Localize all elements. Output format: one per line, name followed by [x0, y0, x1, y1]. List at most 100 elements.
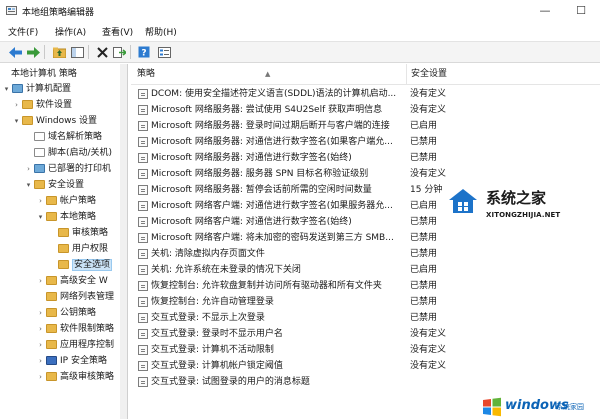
maximize-button[interactable]: ☐	[566, 0, 596, 22]
folder-icon	[46, 212, 57, 221]
policy-item-icon	[138, 121, 148, 131]
list-item[interactable]: 关机: 允许系统在未登录的情况下关闭 已启用	[131, 262, 600, 278]
policy-name: Microsoft 网络服务器: 尝试使用 S4U2Self 获取声明信息	[151, 105, 383, 115]
tree-item-software-settings[interactable]: › 软件设置	[12, 98, 72, 112]
tree-item-user-rights[interactable]: 用户权限	[48, 242, 108, 256]
policy-list[interactable]: 策略 ▲ 安全设置 DCOM: 使用安全描述符定义语言(SDDL)语法的计算机启…	[131, 64, 600, 419]
expander-icon[interactable]: ›	[36, 354, 45, 368]
list-item[interactable]: Microsoft 网络服务器: 对通信进行数字签名(始终) 已禁用	[131, 150, 600, 166]
tree-item-label: 计算机配置	[26, 84, 72, 94]
help-icon[interactable]: ?	[137, 45, 151, 59]
expander-icon[interactable]: ▾	[12, 114, 21, 128]
console-tree[interactable]: 本地计算机 策略 ▾ 计算机配置 › 软件设置 ▾ Windows 设置 域名解析策略…	[0, 64, 128, 419]
tree-item-software-restriction[interactable]: › 软件限制策略	[36, 322, 114, 336]
tree-item-label: IP 安全策略	[60, 356, 107, 366]
security-setting-value: 已禁用	[410, 297, 438, 307]
tree-item-scripts[interactable]: 脚本(启动/关机)	[24, 146, 112, 160]
expander-icon[interactable]: ›	[36, 194, 45, 208]
list-item[interactable]: Microsoft 网络服务器: 尝试使用 S4U2Self 获取声明信息 没有定…	[131, 102, 600, 118]
expander-icon[interactable]: ▾	[36, 210, 45, 224]
policy-name: Microsoft 网络服务器: 对通信进行数字签名(如果客户端允...	[151, 137, 393, 147]
security-setting-value: 没有定义	[410, 105, 447, 115]
list-item[interactable]: 交互式登录: 试图登录的用户的消息标题	[131, 374, 600, 390]
security-setting-value: 已禁用	[410, 153, 438, 163]
menu-action[interactable]: 操作(A)	[55, 25, 86, 38]
column-header-policy[interactable]: 策略 ▲	[131, 64, 412, 85]
tree-item-deployed-printers[interactable]: › 已部署的打印机	[24, 162, 111, 176]
folder-icon	[58, 228, 69, 237]
list-item[interactable]: 交互式登录: 登录时不显示用户名 没有定义	[131, 326, 600, 342]
expander-icon[interactable]: ›	[36, 274, 45, 288]
menu-help[interactable]: 帮助(H)	[145, 25, 177, 38]
back-arrow-icon[interactable]	[8, 45, 22, 59]
tree-item-application-control[interactable]: › 应用程序控制	[36, 338, 114, 352]
tree-item-windows-settings[interactable]: ▾ Windows 设置	[12, 114, 97, 128]
watermark-url: XITONGZHIJIA.NET	[486, 211, 561, 219]
list-item[interactable]: Microsoft 网络服务器: 登录时间过期后断开与客户端的连接 已启用	[131, 118, 600, 134]
tree-item-advanced-audit[interactable]: › 高级审核策略	[36, 370, 114, 384]
expander-icon[interactable]: ›	[36, 370, 45, 384]
list-item[interactable]: Microsoft 网络服务器: 对通信进行数字签名(如果客户端允... 已禁用	[131, 134, 600, 150]
menu-file[interactable]: 文件(F)	[8, 25, 38, 38]
policy-name: Microsoft 网络服务器: 暂停会话前所需的空闲时间数量	[151, 185, 372, 195]
group-policy-app-icon	[6, 6, 17, 15]
tree-item-name-resolution-policy[interactable]: 域名解析策略	[24, 130, 102, 144]
security-setting-value: 已启用	[410, 121, 438, 131]
policy-name: Microsoft 网络客户端: 对通信进行数字签名(始终)	[151, 217, 352, 227]
list-item[interactable]: Microsoft 网络服务器: 服务器 SPN 目标名称验证级别 没有定义	[131, 166, 600, 182]
forward-arrow-icon[interactable]	[26, 45, 40, 59]
security-setting-value: 没有定义	[410, 169, 447, 179]
tree-item-public-key-policies[interactable]: › 公钥策略	[36, 306, 96, 320]
list-item[interactable]: 关机: 清除虚拟内存页面文件 已禁用	[131, 246, 600, 262]
list-item[interactable]: 交互式登录: 计算机帐户锁定阈值 没有定义	[131, 358, 600, 374]
expander-icon[interactable]: ›	[36, 338, 45, 352]
expander-icon[interactable]: ›	[24, 162, 33, 176]
expander-icon[interactable]: ▾	[24, 178, 33, 192]
column-header-setting[interactable]: 安全设置	[406, 64, 600, 85]
policy-item-icon	[138, 201, 148, 211]
tree-scrollbar[interactable]	[120, 64, 127, 419]
tree-item-ip-security[interactable]: › IP 安全策略	[36, 354, 107, 368]
tree-item-account-policies[interactable]: › 帐户策略	[36, 194, 96, 208]
folder-icon	[46, 372, 57, 381]
expander-icon[interactable]: ▾	[2, 82, 11, 96]
menu-view[interactable]: 查看(V)	[102, 25, 133, 38]
policy-item-icon	[138, 313, 148, 323]
policy-item-icon	[138, 153, 148, 163]
tree-item-computer-configuration[interactable]: ▾ 计算机配置	[2, 82, 71, 96]
show-hide-tree-icon[interactable]	[70, 45, 84, 59]
tree-item-audit-policy[interactable]: 审核策略	[48, 226, 108, 240]
tree-item-label: 审核策略	[72, 228, 109, 238]
policy-item-icon	[138, 233, 148, 243]
list-item[interactable]: DCOM: 使用安全描述符定义语言(SDDL)语法的计算机启动... 没有定义	[131, 86, 600, 102]
list-item[interactable]: 恢复控制台: 允许自动管理登录 已禁用	[131, 294, 600, 310]
policy-item-icon	[138, 137, 148, 147]
tree-item-advanced-firewall[interactable]: › 高级安全 W	[36, 274, 108, 288]
policy-name: 交互式登录: 计算机帐户锁定阈值	[151, 361, 283, 371]
properties-icon[interactable]	[157, 45, 171, 59]
folder-up-icon[interactable]	[52, 45, 66, 59]
expander-icon[interactable]: ›	[12, 98, 21, 112]
folder-icon	[46, 276, 57, 285]
sort-arrow-icon: ▲	[265, 70, 271, 78]
tree-item-security-options[interactable]: 安全选项	[48, 258, 113, 272]
computer-icon	[12, 84, 23, 93]
expander-icon[interactable]: ›	[36, 306, 45, 320]
minimize-button[interactable]: —	[530, 0, 560, 22]
list-item[interactable]: 恢复控制台: 允许软盘复制并访问所有驱动器和所有文件夹 已禁用	[131, 278, 600, 294]
delete-icon[interactable]	[95, 45, 109, 59]
tree-item-network-list-manager[interactable]: 网络列表管理	[36, 290, 114, 304]
tree-item-local-computer-policy[interactable]: 本地计算机 策略	[2, 67, 77, 81]
folder-icon	[22, 116, 33, 125]
tree-item-local-policies[interactable]: ▾ 本地策略	[36, 210, 96, 224]
export-icon[interactable]	[112, 45, 126, 59]
expander-icon[interactable]: ›	[36, 322, 45, 336]
list-item[interactable]: 交互式登录: 计算机不活动限制 没有定义	[131, 342, 600, 358]
policy-name: Microsoft 网络服务器: 对通信进行数字签名(始终)	[151, 153, 352, 163]
tree-item-label: 软件设置	[36, 100, 73, 110]
tree-item-label: 网络列表管理	[60, 292, 115, 302]
list-item[interactable]: 交互式登录: 不显示上次登录 已禁用	[131, 310, 600, 326]
tree-item-label: 安全设置	[48, 180, 85, 190]
folder-icon	[22, 100, 33, 109]
tree-item-security-settings[interactable]: ▾ 安全设置	[24, 178, 84, 192]
